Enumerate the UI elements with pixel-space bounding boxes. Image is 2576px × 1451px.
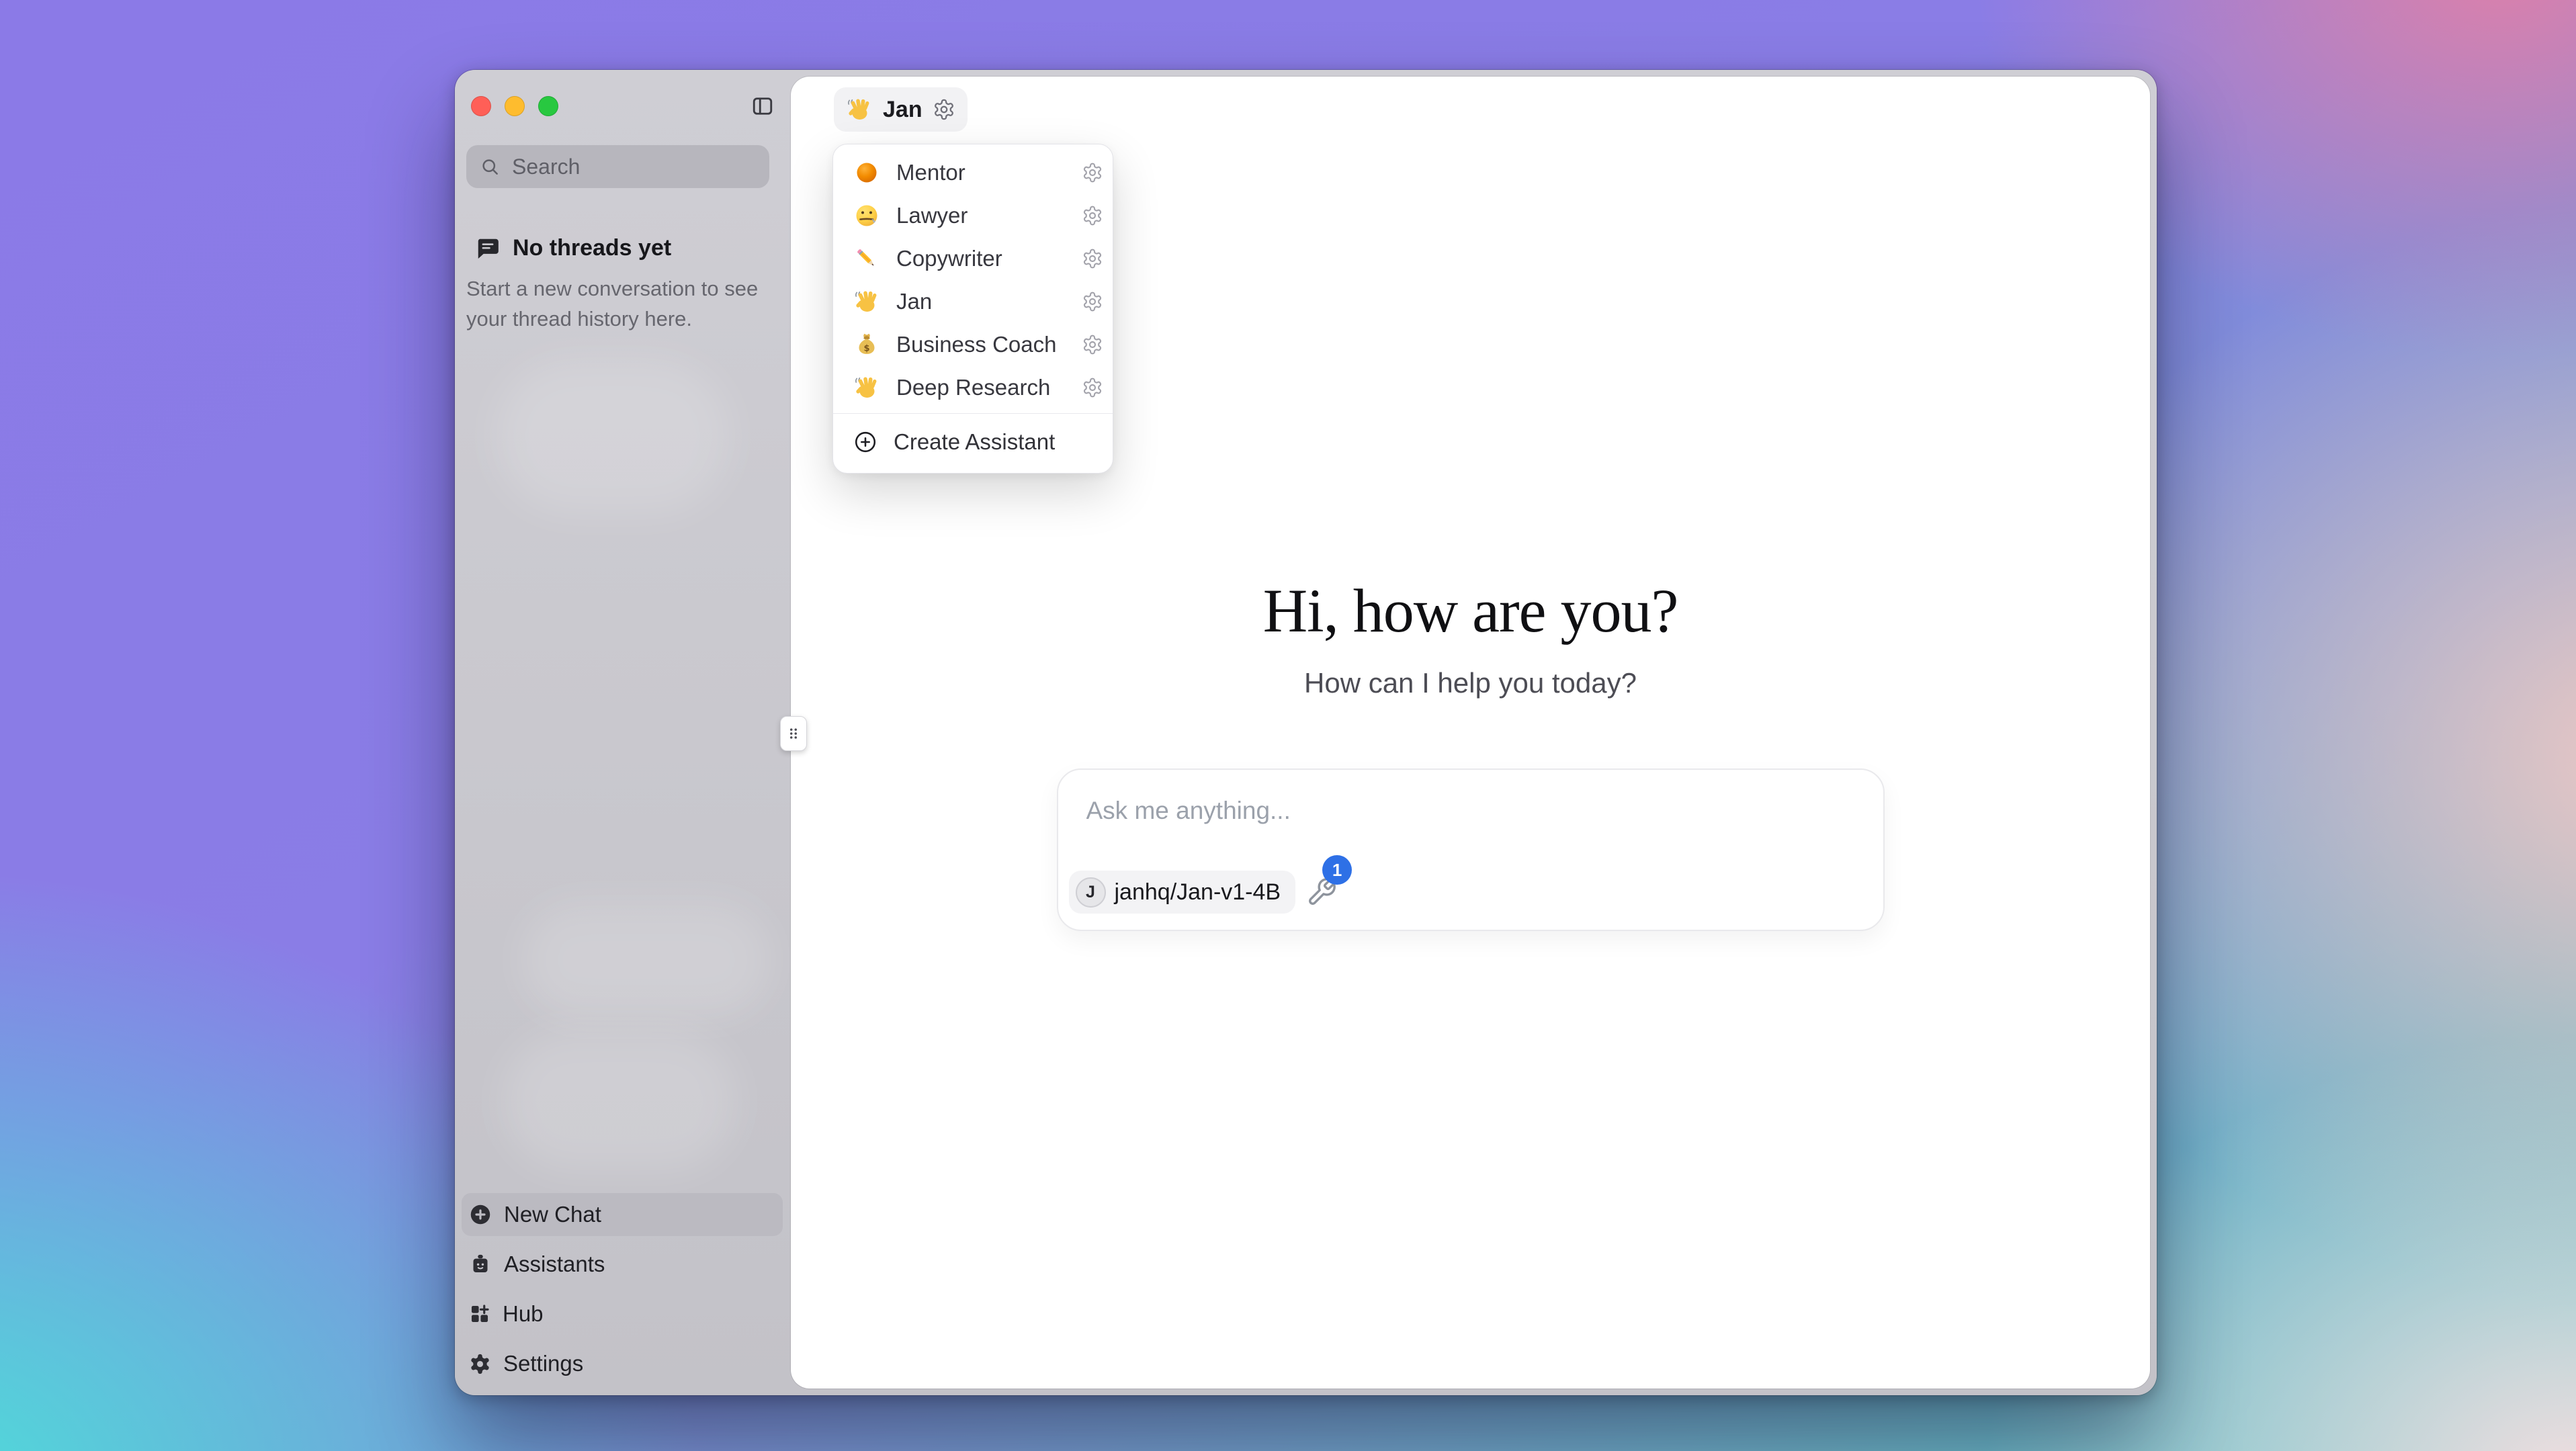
waving-hand-icon [853,288,880,315]
assistant-title: Jan [883,97,922,123]
sidebar: No threads yet Start a new conversation … [455,70,791,1395]
pencil-icon [853,245,880,272]
sidebar-item-label: Assistants [504,1251,605,1277]
panel-left-icon [750,94,775,118]
sidebar-item-new-chat[interactable]: New Chat [462,1193,783,1236]
bot-icon [468,1252,492,1276]
search-box[interactable] [466,145,769,188]
sidebar-item-assistants[interactable]: Assistants [462,1243,783,1286]
assistant-item-mentor[interactable]: Mentor [833,151,1113,194]
desktop-background: { "window": { "controls": [ {"name": "cl… [0,0,2576,1451]
sidebar-item-label: Settings [503,1351,583,1376]
assistant-item-label: Deep Research [896,375,1050,400]
assistant-item-jan[interactable]: Jan [833,280,1113,323]
zipper-mouth-face-icon [853,202,880,229]
model-avatar: J [1076,877,1106,908]
sidebar-nav: New Chat Assistants Hub Settings [462,1186,783,1385]
gear-icon [1082,291,1103,312]
circle-plus-icon [468,1202,492,1227]
assistant-settings-button[interactable] [1082,334,1103,355]
assistant-item-deep-research[interactable]: Deep Research [833,366,1113,409]
waving-hand-icon [853,374,880,401]
assistant-item-label: Lawyer [896,203,968,228]
circle-plus-outline-icon [853,430,877,454]
assistant-settings-button[interactable] [1082,291,1103,312]
sidebar-skeleton [522,903,771,1017]
empty-state-description: Start a new conversation to see your thr… [466,273,777,334]
create-assistant-label: Create Assistant [894,429,1055,455]
welcome-hero: Hi, how are you? How can I help you toda… [791,578,2150,699]
sidebar-item-settings[interactable]: Settings [462,1342,783,1385]
sidebar-toggle-button[interactable] [750,94,775,118]
assistant-item-label: Mentor [896,160,965,185]
assistant-item-business-coach[interactable]: Business Coach [833,323,1113,366]
assistant-settings-button[interactable] [1082,377,1103,398]
sidebar-skeleton [495,359,730,513]
assistant-item-lawyer[interactable]: Lawyer [833,194,1113,237]
model-name: janhq/Jan-v1-4B [1115,879,1281,906]
create-assistant-button[interactable]: Create Assistant [833,414,1113,470]
assistant-settings-button[interactable] [1082,248,1103,269]
gear-icon[interactable] [933,98,955,121]
message-square-icon [475,236,501,261]
search-input[interactable] [511,154,757,180]
assistant-item-label: Copywriter [896,246,1002,271]
sidebar-item-hub[interactable]: Hub [462,1292,783,1335]
search-icon [480,157,500,177]
greeting-heading: Hi, how are you? [791,578,2150,644]
assistant-item-label: Jan [896,289,932,314]
money-bag-icon [853,331,880,358]
grid-plus-icon [468,1303,491,1325]
window-controls [471,96,558,116]
sidebar-item-label: New Chat [504,1202,601,1227]
close-button[interactable] [471,96,491,116]
empty-state-title: No threads yet [513,235,671,261]
assistant-item-label: Business Coach [896,332,1056,357]
tools-button[interactable]: 1 [1306,877,1337,908]
tools-count-badge: 1 [1322,855,1352,885]
assistant-settings-button[interactable] [1082,162,1103,183]
sidebar-skeleton [502,1030,737,1172]
gear-icon [1082,334,1103,355]
zoom-button[interactable] [538,96,558,116]
sidebar-resize-handle[interactable] [780,716,807,751]
orange-circle-icon [853,159,880,186]
assistant-settings-button[interactable] [1082,205,1103,226]
assistant-selector[interactable]: Jan [834,87,968,132]
grip-dots-icon [784,724,803,743]
gear-icon [1082,248,1103,269]
gear-icon [1082,377,1103,398]
model-selector[interactable]: J janhq/Jan-v1-4B [1069,871,1296,914]
composer-card: J janhq/Jan-v1-4B 1 [1057,768,1885,931]
message-input[interactable] [1085,790,1856,832]
chat-panel: Jan Mentor Lawyer Copywriter Jan [791,77,2150,1389]
gear-icon [1082,205,1103,226]
minimize-button[interactable] [505,96,525,116]
gear-icon [468,1352,492,1376]
assistant-item-copywriter[interactable]: Copywriter [833,237,1113,280]
composer-toolbar: J janhq/Jan-v1-4B 1 [1069,871,1338,914]
waving-hand-icon [846,96,873,123]
gear-icon [1082,162,1103,183]
greeting-subtitle: How can I help you today? [791,667,2150,699]
empty-state: No threads yet Start a new conversation … [475,235,777,334]
sidebar-item-label: Hub [503,1301,544,1327]
assistant-menu: Mentor Lawyer Copywriter Jan Business Co [832,144,1113,474]
app-window: No threads yet Start a new conversation … [455,70,2157,1395]
